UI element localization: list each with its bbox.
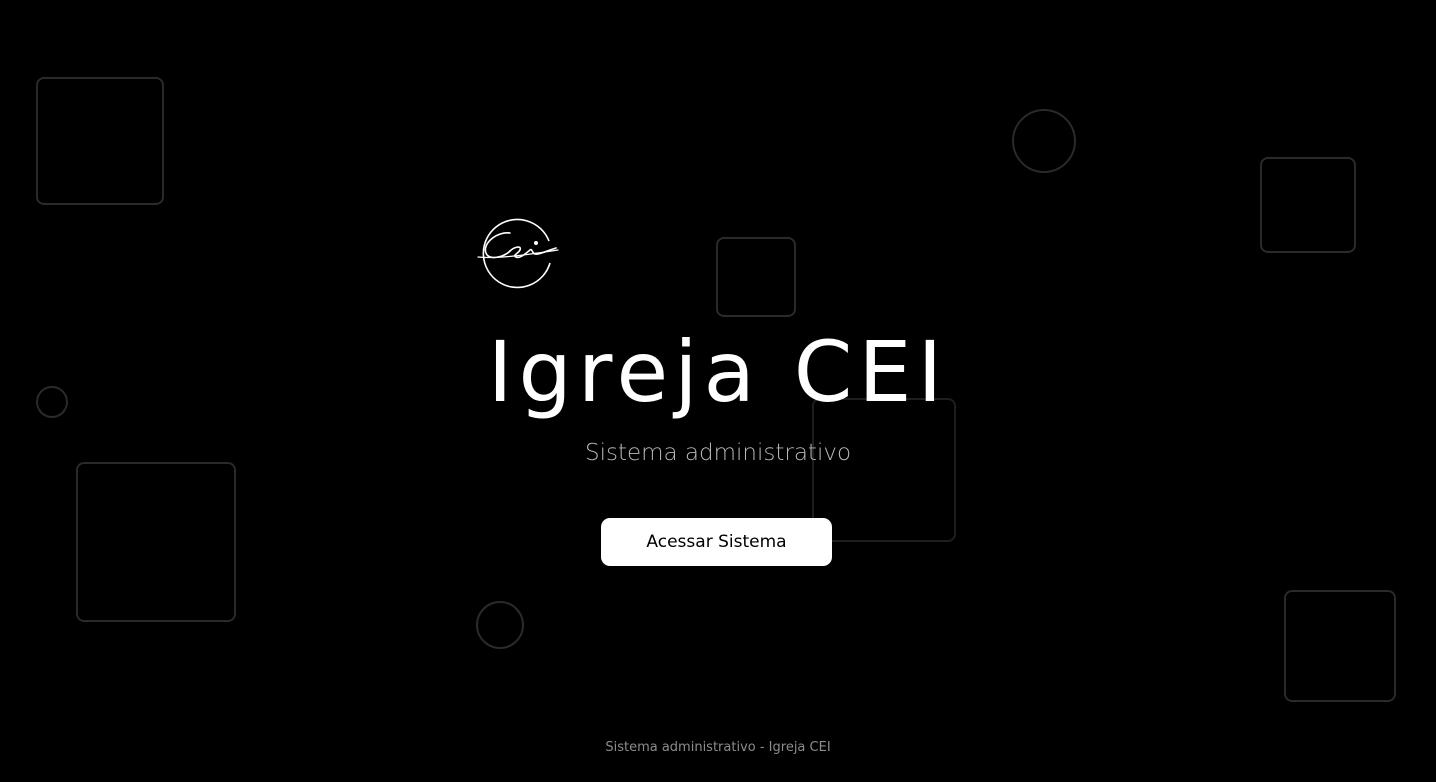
cei-logo-icon	[476, 217, 560, 289]
page-title: Igreja CEI	[487, 323, 949, 421]
decor-square	[36, 77, 164, 205]
landing-page: Igreja CEI Sistema administrativo Acessa…	[0, 0, 1436, 782]
decor-square	[716, 237, 796, 317]
access-system-button[interactable]: Acessar Sistema	[601, 518, 832, 566]
page-subtitle: Sistema administrativo	[584, 440, 852, 466]
decor-square	[1284, 590, 1396, 702]
footer-text: Sistema administrativo - Igreja CEI	[605, 740, 831, 755]
decor-circle	[1012, 109, 1076, 173]
decor-square	[1260, 157, 1356, 253]
decor-circle	[476, 601, 524, 649]
decor-square	[76, 462, 236, 622]
